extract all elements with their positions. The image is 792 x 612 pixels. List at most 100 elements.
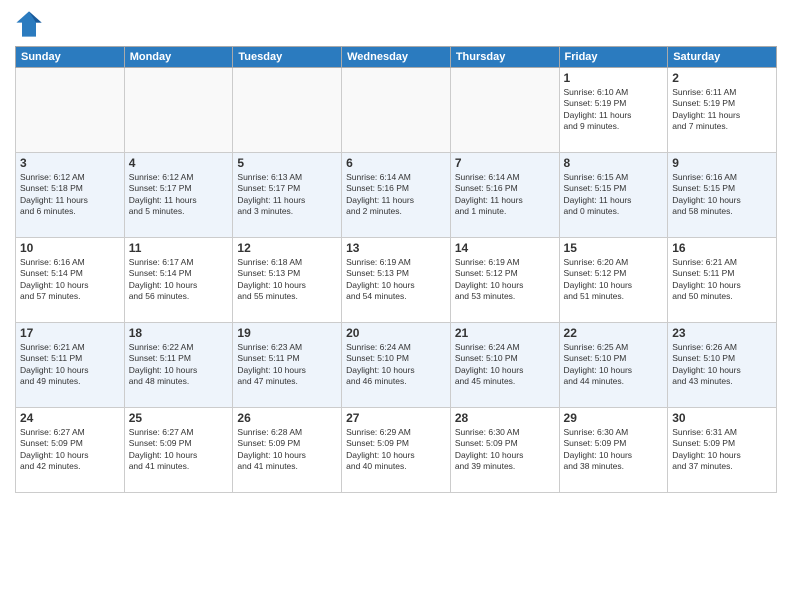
day-number: 6 (346, 156, 446, 170)
calendar-day-cell: 8 Sunrise: 6:15 AM Sunset: 5:15 PM Daylig… (559, 153, 668, 238)
calendar-day-cell: 6 Sunrise: 6:14 AM Sunset: 5:16 PM Daylig… (342, 153, 451, 238)
day-number: 5 (237, 156, 337, 170)
day-info: Sunrise: 6:13 AM Sunset: 5:17 PM Dayligh… (237, 172, 337, 218)
calendar-day-cell: 13 Sunrise: 6:19 AM Sunset: 5:13 PM Dayli… (342, 238, 451, 323)
calendar-day-cell (124, 68, 233, 153)
calendar-day-cell: 26 Sunrise: 6:28 AM Sunset: 5:09 PM Dayli… (233, 408, 342, 493)
calendar-week-row: 24 Sunrise: 6:27 AM Sunset: 5:09 PM Dayli… (16, 408, 777, 493)
weekday-header: Tuesday (233, 47, 342, 68)
day-info: Sunrise: 6:24 AM Sunset: 5:10 PM Dayligh… (346, 342, 446, 388)
logo (15, 10, 47, 38)
day-number: 23 (672, 326, 772, 340)
day-info: Sunrise: 6:31 AM Sunset: 5:09 PM Dayligh… (672, 427, 772, 473)
day-number: 7 (455, 156, 555, 170)
day-number: 11 (129, 241, 229, 255)
day-info: Sunrise: 6:14 AM Sunset: 5:16 PM Dayligh… (455, 172, 555, 218)
day-info: Sunrise: 6:27 AM Sunset: 5:09 PM Dayligh… (20, 427, 120, 473)
weekday-header: Thursday (450, 47, 559, 68)
day-info: Sunrise: 6:15 AM Sunset: 5:15 PM Dayligh… (564, 172, 664, 218)
calendar-day-cell: 4Sunrise: 6:12 AM Sunset: 5:17 PM Daylig… (124, 153, 233, 238)
day-info: Sunrise: 6:26 AM Sunset: 5:10 PM Dayligh… (672, 342, 772, 388)
day-info: Sunrise: 6:11 AM Sunset: 5:19 PM Dayligh… (672, 87, 772, 133)
day-number: 20 (346, 326, 446, 340)
calendar-day-cell: 12 Sunrise: 6:18 AM Sunset: 5:13 PM Dayli… (233, 238, 342, 323)
day-info: Sunrise: 6:29 AM Sunset: 5:09 PM Dayligh… (346, 427, 446, 473)
calendar-day-cell: 24 Sunrise: 6:27 AM Sunset: 5:09 PM Dayli… (16, 408, 125, 493)
day-number: 21 (455, 326, 555, 340)
calendar-week-row: 3Sunrise: 6:12 AM Sunset: 5:18 PM Daylig… (16, 153, 777, 238)
day-info: Sunrise: 6:18 AM Sunset: 5:13 PM Dayligh… (237, 257, 337, 303)
calendar-day-cell: 3Sunrise: 6:12 AM Sunset: 5:18 PM Daylig… (16, 153, 125, 238)
day-info: Sunrise: 6:19 AM Sunset: 5:12 PM Dayligh… (455, 257, 555, 303)
day-info: Sunrise: 6:28 AM Sunset: 5:09 PM Dayligh… (237, 427, 337, 473)
day-number: 22 (564, 326, 664, 340)
calendar-day-cell (233, 68, 342, 153)
calendar-day-cell (450, 68, 559, 153)
calendar-day-cell: 5 Sunrise: 6:13 AM Sunset: 5:17 PM Daylig… (233, 153, 342, 238)
calendar-day-cell: 30 Sunrise: 6:31 AM Sunset: 5:09 PM Dayli… (668, 408, 777, 493)
day-number: 26 (237, 411, 337, 425)
calendar-day-cell (342, 68, 451, 153)
calendar-day-cell: 19 Sunrise: 6:23 AM Sunset: 5:11 PM Dayli… (233, 323, 342, 408)
calendar-day-cell: 17Sunrise: 6:21 AM Sunset: 5:11 PM Dayli… (16, 323, 125, 408)
calendar-day-cell: 27 Sunrise: 6:29 AM Sunset: 5:09 PM Dayli… (342, 408, 451, 493)
day-info: Sunrise: 6:10 AM Sunset: 5:19 PM Dayligh… (564, 87, 664, 133)
day-info: Sunrise: 6:24 AM Sunset: 5:10 PM Dayligh… (455, 342, 555, 388)
calendar-day-cell: 1 Sunrise: 6:10 AM Sunset: 5:19 PM Daylig… (559, 68, 668, 153)
calendar-day-cell: 29 Sunrise: 6:30 AM Sunset: 5:09 PM Dayli… (559, 408, 668, 493)
day-number: 19 (237, 326, 337, 340)
calendar-week-row: 1 Sunrise: 6:10 AM Sunset: 5:19 PM Daylig… (16, 68, 777, 153)
day-info: Sunrise: 6:27 AM Sunset: 5:09 PM Dayligh… (129, 427, 229, 473)
day-number: 8 (564, 156, 664, 170)
day-number: 14 (455, 241, 555, 255)
weekday-header: Friday (559, 47, 668, 68)
day-number: 30 (672, 411, 772, 425)
calendar-day-cell: 21 Sunrise: 6:24 AM Sunset: 5:10 PM Dayli… (450, 323, 559, 408)
calendar-week-row: 10 Sunrise: 6:16 AM Sunset: 5:14 PM Dayli… (16, 238, 777, 323)
day-number: 10 (20, 241, 120, 255)
day-number: 24 (20, 411, 120, 425)
calendar-day-cell: 23 Sunrise: 6:26 AM Sunset: 5:10 PM Dayli… (668, 323, 777, 408)
calendar-day-cell: 7 Sunrise: 6:14 AM Sunset: 5:16 PM Daylig… (450, 153, 559, 238)
day-info: Sunrise: 6:21 AM Sunset: 5:11 PM Dayligh… (672, 257, 772, 303)
day-info: Sunrise: 6:23 AM Sunset: 5:11 PM Dayligh… (237, 342, 337, 388)
day-info: Sunrise: 6:21 AM Sunset: 5:11 PM Dayligh… (20, 342, 120, 388)
day-number: 18 (129, 326, 229, 340)
calendar-day-cell: 25 Sunrise: 6:27 AM Sunset: 5:09 PM Dayli… (124, 408, 233, 493)
day-number: 25 (129, 411, 229, 425)
day-number: 29 (564, 411, 664, 425)
calendar: SundayMondayTuesdayWednesdayThursdayFrid… (15, 46, 777, 493)
calendar-day-cell: 2 Sunrise: 6:11 AM Sunset: 5:19 PM Daylig… (668, 68, 777, 153)
weekday-header: Sunday (16, 47, 125, 68)
day-number: 13 (346, 241, 446, 255)
weekday-header: Monday (124, 47, 233, 68)
day-number: 2 (672, 71, 772, 85)
day-number: 12 (237, 241, 337, 255)
day-info: Sunrise: 6:19 AM Sunset: 5:13 PM Dayligh… (346, 257, 446, 303)
calendar-day-cell: 9Sunrise: 6:16 AM Sunset: 5:15 PM Daylig… (668, 153, 777, 238)
day-info: Sunrise: 6:30 AM Sunset: 5:09 PM Dayligh… (564, 427, 664, 473)
calendar-day-cell: 14 Sunrise: 6:19 AM Sunset: 5:12 PM Dayli… (450, 238, 559, 323)
calendar-day-cell: 20 Sunrise: 6:24 AM Sunset: 5:10 PM Dayli… (342, 323, 451, 408)
day-info: Sunrise: 6:30 AM Sunset: 5:09 PM Dayligh… (455, 427, 555, 473)
header (15, 10, 777, 38)
calendar-day-cell: 18Sunrise: 6:22 AM Sunset: 5:11 PM Dayli… (124, 323, 233, 408)
day-number: 27 (346, 411, 446, 425)
day-info: Sunrise: 6:14 AM Sunset: 5:16 PM Dayligh… (346, 172, 446, 218)
calendar-day-cell: 22 Sunrise: 6:25 AM Sunset: 5:10 PM Dayli… (559, 323, 668, 408)
calendar-day-cell: 28Sunrise: 6:30 AM Sunset: 5:09 PM Dayli… (450, 408, 559, 493)
page-container: SundayMondayTuesdayWednesdayThursdayFrid… (0, 0, 792, 612)
day-number: 1 (564, 71, 664, 85)
calendar-week-row: 17Sunrise: 6:21 AM Sunset: 5:11 PM Dayli… (16, 323, 777, 408)
weekday-header: Saturday (668, 47, 777, 68)
day-info: Sunrise: 6:16 AM Sunset: 5:15 PM Dayligh… (672, 172, 772, 218)
logo-icon (15, 10, 43, 38)
day-info: Sunrise: 6:16 AM Sunset: 5:14 PM Dayligh… (20, 257, 120, 303)
day-info: Sunrise: 6:12 AM Sunset: 5:17 PM Dayligh… (129, 172, 229, 218)
day-info: Sunrise: 6:25 AM Sunset: 5:10 PM Dayligh… (564, 342, 664, 388)
calendar-day-cell: 16Sunrise: 6:21 AM Sunset: 5:11 PM Dayli… (668, 238, 777, 323)
calendar-day-cell (16, 68, 125, 153)
calendar-day-cell: 15Sunrise: 6:20 AM Sunset: 5:12 PM Dayli… (559, 238, 668, 323)
day-number: 15 (564, 241, 664, 255)
calendar-day-cell: 10 Sunrise: 6:16 AM Sunset: 5:14 PM Dayli… (16, 238, 125, 323)
